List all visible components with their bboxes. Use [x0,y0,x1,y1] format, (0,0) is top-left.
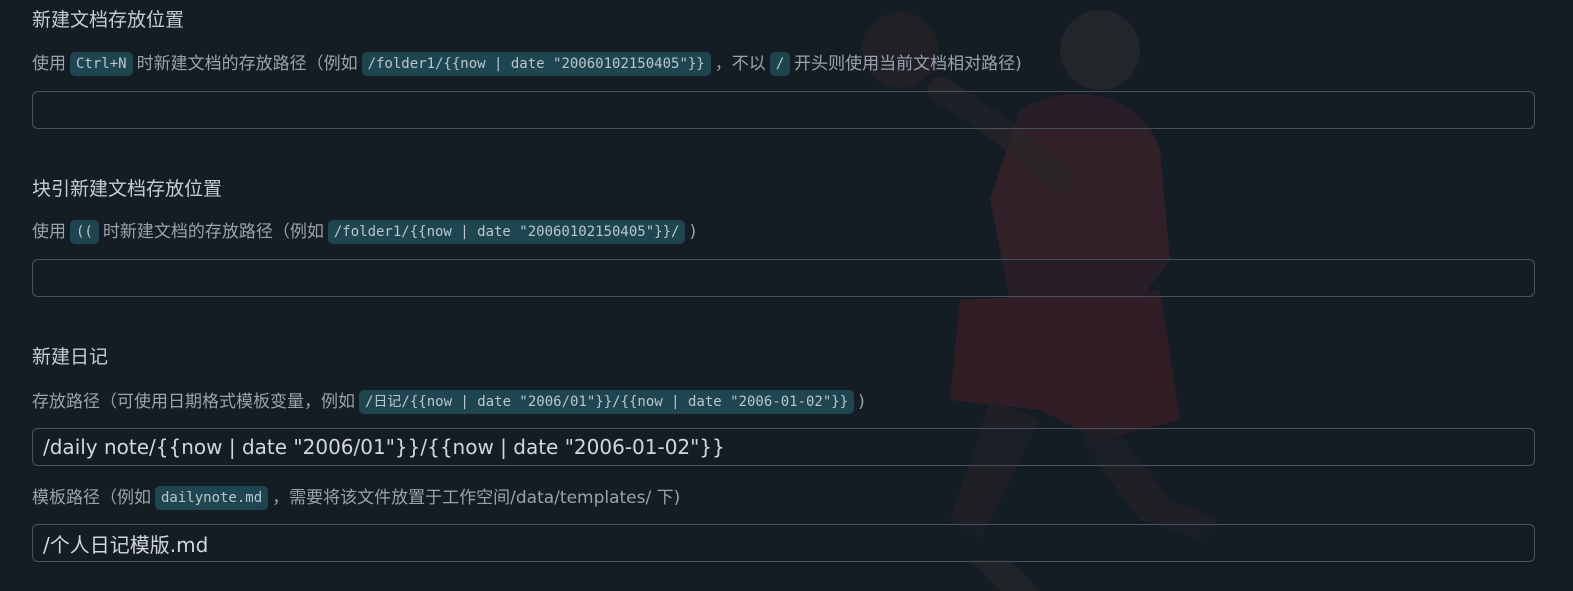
daily-note-template-description: 模板路径（例如 dailynote.md ，需要将该文件放置于工作空间/data… [32,486,680,510]
shortcut-code: (( [70,220,99,244]
block-ref-location-title: 块引新建文档存放位置 [32,178,223,200]
shortcut-code: Ctrl+N [70,52,133,76]
slash-code: / [769,52,791,76]
desc-text: 模板路径（例如 [32,488,151,508]
daily-note-template-input[interactable] [32,524,1535,562]
desc-text: ，需要将该文件放置于工作空间/data/templates/ 下) [272,488,681,508]
daily-note-title: 新建日记 [32,346,109,368]
example-code: /日记/{{now | date "2006/01"}}/{{now | dat… [359,390,855,414]
desc-text: 开头则使用当前文档相对路径) [794,54,1022,74]
daily-note-path-description: 存放路径（可使用日期格式模板变量，例如 /日记/{{now | date "20… [32,390,865,414]
desc-text: 使用 [32,222,66,242]
daily-note-path-input[interactable] [32,428,1535,466]
desc-text: ) [689,222,697,242]
desc-text: 时新建文档的存放路径（例如 [136,54,358,74]
doc-location-description: 使用 Ctrl+N 时新建文档的存放路径（例如 /folder1/{{now |… [32,52,1022,76]
example-code: /folder1/{{now | date "20060102150405"}}… [327,220,686,244]
block-ref-location-input[interactable] [32,259,1535,297]
example-code: dailynote.md [155,486,269,510]
doc-location-input[interactable] [32,91,1535,129]
desc-text: 时新建文档的存放路径（例如 [102,222,324,242]
doc-location-title: 新建文档存放位置 [32,9,185,31]
example-code: /folder1/{{now | date "20060102150405"}} [361,52,711,76]
desc-text: ，不以 [714,54,766,74]
desc-text: 使用 [32,54,66,74]
block-ref-location-description: 使用 (( 时新建文档的存放路径（例如 /folder1/{{now | dat… [32,220,696,244]
desc-text: 存放路径（可使用日期格式模板变量，例如 [32,392,355,412]
desc-text: ) [858,392,865,412]
